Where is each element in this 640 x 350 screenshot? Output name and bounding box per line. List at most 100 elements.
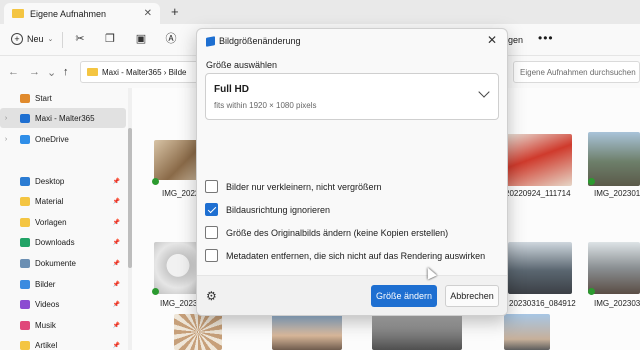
sidebar-item-label: Downloads: [35, 237, 75, 247]
sidebar-item-label: Material: [35, 196, 64, 206]
sidebar-item[interactable]: Material 📌: [0, 191, 126, 211]
pin-icon: 📌: [112, 178, 120, 185]
plus-icon: +: [11, 33, 23, 45]
folder-icon: [87, 68, 98, 76]
size-dropdown[interactable]: Full HD fits within 1920 × 1080 pixels: [205, 73, 499, 120]
folder-icon: [20, 340, 30, 350]
more-options-icon[interactable]: •••: [538, 31, 554, 45]
chevron-right-icon[interactable]: ›: [0, 115, 12, 122]
sidebar-item-label: Dokumente: [35, 258, 76, 268]
checkbox[interactable]: [205, 226, 218, 239]
sync-status-icon: [152, 178, 159, 185]
forward-icon[interactable]: →: [29, 66, 40, 78]
sidebar-item[interactable]: › OneDrive: [0, 129, 126, 149]
selected-size-description: fits within 1920 × 1080 pixels: [214, 101, 317, 110]
paste-icon[interactable]: ▣: [134, 32, 148, 46]
sidebar-item[interactable]: Bilder 📌: [0, 274, 126, 294]
pin-icon: 📌: [112, 239, 120, 246]
tab-title: Eigene Aufnahmen: [30, 8, 107, 19]
sidebar-item[interactable]: Videos 📌: [0, 294, 126, 314]
sidebar-item-label: Start: [35, 93, 52, 103]
download-icon: [20, 237, 30, 247]
option-label: Bildausrichtung ignorieren: [226, 204, 331, 215]
option-resize-original[interactable]: Größe des Originalbilds ändern (keine Ko…: [205, 226, 448, 239]
tab-eigene-aufnahmen[interactable]: Eigene Aufnahmen ✕: [4, 3, 160, 24]
option-label: Größe des Originalbilds ändern (keine Ko…: [226, 227, 449, 238]
dialog-footer: ⚙ Größe ändern Abbrechen: [197, 275, 507, 315]
navigation-pane: Start › Maxi - Malter365 › OneDrive Desktop 📌 M…: [0, 88, 132, 350]
sidebar-item-label: Desktop: [35, 176, 65, 186]
search-input[interactable]: Eigene Aufnahmen durchsuchen: [513, 61, 640, 83]
sidebar-item[interactable]: Musik 📌: [0, 315, 126, 335]
sidebar-item[interactable]: Downloads 📌: [0, 232, 126, 252]
pin-icon: 📌: [112, 281, 120, 288]
rename-icon[interactable]: Ⓐ: [164, 32, 178, 46]
sidebar-item[interactable]: Artikel 📌: [0, 335, 126, 350]
image-resizer-dialog: Bildgrößenänderung ✕ Größe auswählen Ful…: [196, 28, 508, 316]
checkbox[interactable]: [205, 203, 218, 216]
search-placeholder: Eigene Aufnahmen durchsuchen: [520, 68, 636, 77]
back-icon[interactable]: ←: [8, 66, 19, 78]
image-thumbnail[interactable]: [174, 314, 222, 350]
sidebar-item[interactable]: Start: [0, 88, 126, 108]
pictures-icon: [20, 279, 30, 289]
sidebar-item-label: Musik: [35, 320, 56, 330]
cancel-button[interactable]: Abbrechen: [445, 285, 499, 307]
pin-icon: 📌: [112, 198, 120, 205]
image-thumbnail[interactable]: [588, 242, 640, 294]
image-thumbnail[interactable]: [588, 132, 640, 186]
option-shrink-only[interactable]: Bilder nur verkleinern, nicht vergrößern: [205, 180, 382, 193]
up-icon[interactable]: ↑: [63, 66, 69, 78]
image-thumbnail[interactable]: [504, 314, 550, 350]
new-button-label: Neu: [27, 34, 44, 44]
copy-icon[interactable]: ❐: [103, 32, 117, 46]
sidebar-item-label: Videos: [35, 299, 60, 309]
music-icon: [20, 320, 30, 330]
option-ignore-orientation[interactable]: Bildausrichtung ignorieren: [205, 203, 330, 216]
sync-status-icon: [588, 178, 595, 185]
videos-icon: [20, 299, 30, 309]
new-button[interactable]: + Neu ⌄: [11, 33, 53, 45]
folder-icon: [12, 9, 24, 18]
file-caption: 20230316_084912: [509, 299, 576, 308]
toolbar-overflow-label[interactable]: gen: [508, 35, 523, 45]
sidebar-item[interactable]: Vorlagen 📌: [0, 212, 126, 232]
pin-icon: 📌: [112, 342, 120, 349]
onedrive-business-icon: [20, 113, 30, 123]
selected-size: Full HD: [214, 84, 249, 95]
file-caption: 20220924_111714: [505, 189, 571, 198]
checkbox[interactable]: [205, 180, 218, 193]
option-remove-metadata[interactable]: Metadaten entfernen, die sich nicht auf …: [205, 249, 485, 262]
sidebar-item[interactable]: › Maxi - Malter365: [0, 108, 126, 128]
desktop-icon: [20, 176, 30, 186]
resize-button[interactable]: Größe ändern: [371, 285, 437, 307]
image-thumbnail[interactable]: [154, 242, 202, 294]
image-thumbnail[interactable]: [506, 134, 572, 186]
image-thumbnail[interactable]: [372, 314, 462, 350]
close-tab-icon[interactable]: ✕: [144, 8, 152, 19]
gear-icon[interactable]: ⚙: [206, 289, 217, 303]
dialog-title: Bildgrößenänderung: [219, 36, 301, 46]
pin-icon: 📌: [112, 322, 120, 329]
cut-icon[interactable]: ✂: [73, 32, 87, 46]
sidebar-item-label: OneDrive: [35, 134, 69, 144]
image-thumbnail[interactable]: [508, 242, 572, 294]
chevron-down-icon: ⌄: [47, 36, 54, 43]
image-thumbnail[interactable]: [272, 314, 342, 350]
size-select-label: Größe auswählen: [206, 60, 278, 70]
chevron-right-icon[interactable]: ›: [0, 136, 12, 143]
sidebar-item[interactable]: Desktop 📌: [0, 171, 126, 191]
image-thumbnail[interactable]: [154, 140, 202, 180]
option-label: Metadaten entfernen, die sich nicht auf …: [226, 250, 486, 261]
close-icon[interactable]: ✕: [487, 33, 497, 47]
pin-icon: 📌: [112, 260, 120, 267]
image-resizer-app-icon: [206, 36, 215, 47]
dialog-title-bar: Bildgrößenänderung ✕: [197, 29, 507, 53]
new-tab-button[interactable]: +: [171, 4, 179, 19]
sidebar-item[interactable]: Dokumente 📌: [0, 253, 126, 273]
checkbox[interactable]: [205, 249, 218, 262]
address-bar[interactable]: Maxi - Malter365 › Bilde: [80, 61, 200, 83]
sync-status-icon: [588, 288, 595, 295]
onedrive-icon: [20, 134, 30, 144]
recent-locations-icon[interactable]: ⌄: [47, 66, 56, 79]
